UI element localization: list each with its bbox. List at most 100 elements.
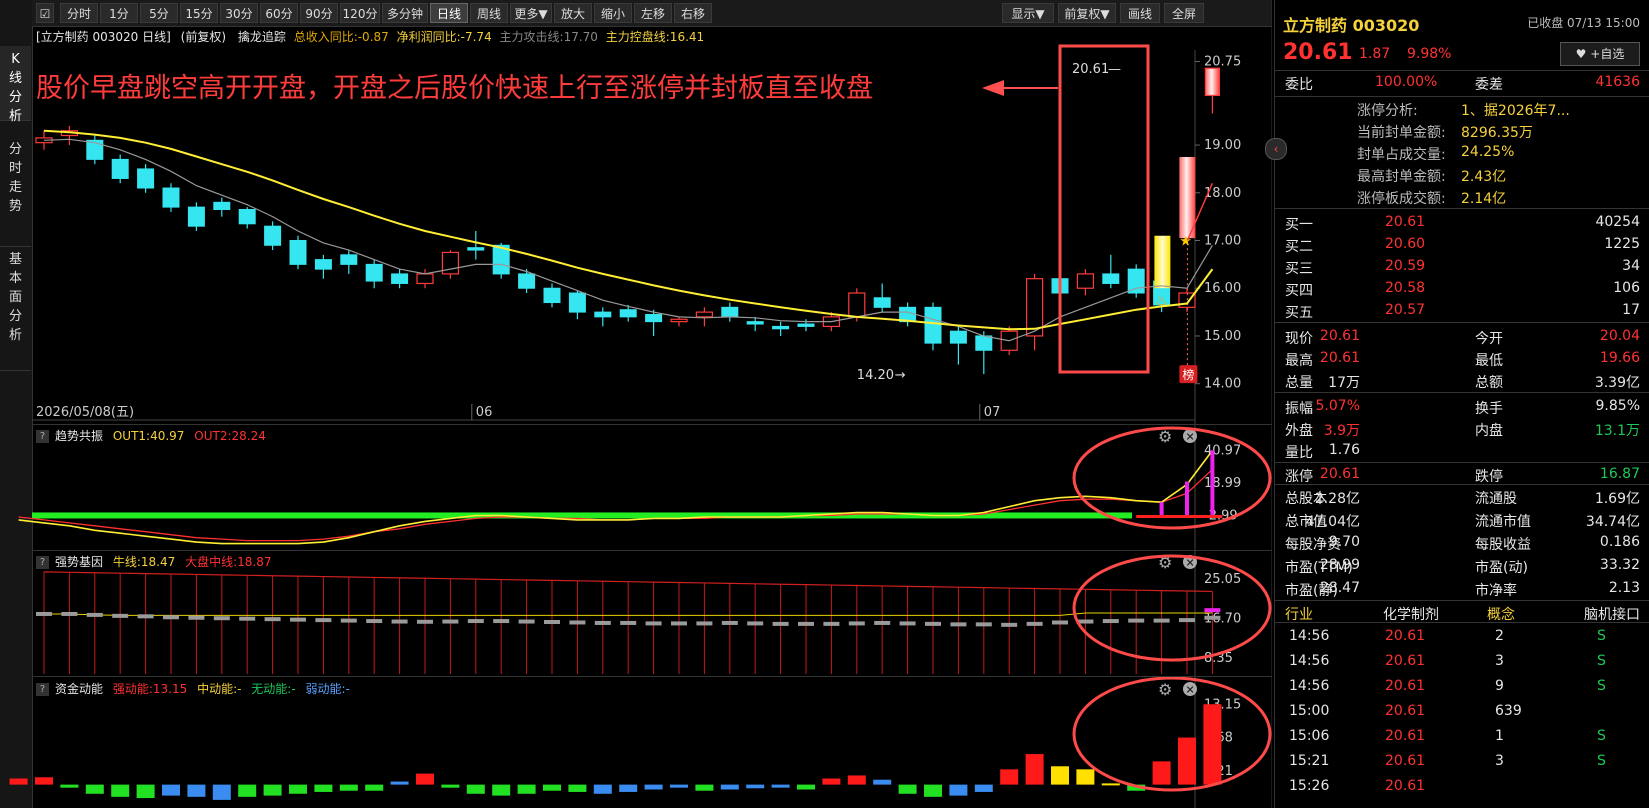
panel2-gray-mark	[823, 621, 840, 626]
stat-label: 内盘	[1475, 423, 1503, 439]
candle[interactable]	[187, 202, 205, 231]
gear-icon[interactable]: ⚙	[1158, 427, 1172, 446]
help-icon[interactable]: ?	[36, 683, 49, 696]
panel2-tick: 25.05	[1204, 572, 1241, 587]
candle[interactable]	[899, 302, 917, 327]
last-price: 20.61	[1283, 40, 1353, 65]
panel2-gray-mark	[1052, 620, 1068, 625]
candle[interactable]	[772, 321, 790, 336]
panel2-name[interactable]: 强势基因	[55, 555, 103, 569]
panel3-bar	[263, 784, 282, 796]
help-icon[interactable]: ?	[36, 556, 49, 569]
candle[interactable]	[670, 316, 688, 327]
candle[interactable]	[238, 207, 256, 229]
panel3-bar	[670, 784, 688, 788]
candle-body-down	[340, 254, 358, 265]
bid-price[interactable]: 20.59	[1385, 258, 1425, 274]
candle[interactable]	[949, 326, 967, 365]
tick-time: 14:56	[1289, 653, 1330, 669]
concept-value[interactable]: 脑机接口	[1584, 604, 1640, 624]
panel3-bar	[390, 781, 409, 785]
panel1-name[interactable]: 趋势共振	[55, 429, 103, 443]
candle[interactable]	[111, 154, 129, 184]
bid-volume: 106	[1613, 280, 1640, 296]
candle[interactable]	[416, 269, 434, 289]
bid-price[interactable]: 20.61	[1385, 214, 1425, 230]
y-tick-label: 14.00	[1204, 377, 1241, 392]
panel1-out1: OUT1:40.97	[112, 429, 185, 443]
panel3-bar	[1076, 769, 1095, 785]
candle-body-up	[1204, 67, 1221, 97]
candle[interactable]	[340, 250, 358, 274]
panel2-gray-mark	[188, 615, 205, 620]
panel3-bar	[1000, 769, 1019, 785]
candle[interactable]	[467, 230, 485, 260]
candle-body-up	[1076, 273, 1095, 289]
candle[interactable]	[60, 125, 79, 146]
bid-price[interactable]: 20.58	[1385, 280, 1425, 296]
stat-value: 19.66	[1599, 350, 1640, 366]
bid-price[interactable]: 20.57	[1385, 302, 1425, 318]
tick-price: 20.61	[1385, 678, 1426, 694]
candle[interactable]	[543, 283, 561, 308]
candle[interactable]	[518, 269, 536, 294]
candle[interactable]	[314, 254, 332, 279]
candle[interactable]	[594, 307, 612, 327]
panel2-gray-mark	[137, 614, 154, 619]
panel3-mid: 中动能:-	[197, 682, 242, 696]
stat-value: 2.13	[1608, 580, 1640, 596]
candle[interactable]	[162, 183, 180, 212]
panel1-bar	[1210, 450, 1215, 516]
panel2-bull-line: 牛线:18.47	[112, 555, 176, 569]
candle[interactable]	[289, 235, 307, 270]
y-tick-label: 17.00	[1204, 234, 1241, 249]
gear-icon[interactable]: ⚙	[1158, 680, 1172, 699]
candle-body-down	[289, 240, 307, 265]
candle-body-down	[924, 306, 942, 344]
candle[interactable]	[137, 164, 155, 193]
annotation-arrow-icon	[982, 80, 1004, 96]
limit-row-label: 封单占成交量:	[1357, 147, 1446, 163]
candle[interactable]	[1102, 254, 1120, 289]
rank-badge-label: 榜	[1182, 367, 1194, 382]
panel2-gray-mark	[975, 622, 992, 627]
candle[interactable]	[721, 302, 739, 322]
bid-level-label: 买四	[1285, 283, 1313, 299]
panel1-header: ? 趋势共振 OUT1:40.97 OUT2:28.24	[32, 426, 266, 446]
stat-label: 总额	[1475, 375, 1503, 391]
industry-value[interactable]: 化学制剂	[1383, 604, 1439, 624]
heart-icon: ♥	[1575, 47, 1587, 61]
help-icon[interactable]: ?	[36, 430, 49, 443]
candle-body-down	[213, 201, 231, 210]
candle[interactable]	[1204, 67, 1221, 114]
candle[interactable]	[1127, 264, 1145, 298]
add-watchlist-button[interactable]: ♥ +自选	[1560, 42, 1640, 66]
candle[interactable]	[213, 197, 231, 217]
limit-row-value[interactable]: 1、据2026年7...	[1461, 100, 1570, 120]
collapse-arrow-icon[interactable]: ‹	[1265, 138, 1287, 160]
candle[interactable]	[365, 259, 383, 289]
stat-label: 市盈(动)	[1475, 560, 1528, 576]
tick-time: 15:00	[1289, 703, 1330, 719]
candle[interactable]	[1076, 269, 1095, 296]
stat-label: 量比	[1285, 445, 1313, 461]
candle[interactable]	[568, 290, 586, 320]
tick-side: S	[1597, 728, 1606, 744]
panel3-bar	[212, 784, 231, 800]
panel3-bar	[873, 779, 892, 785]
candle[interactable]	[86, 135, 104, 165]
bid-price[interactable]: 20.60	[1385, 236, 1425, 252]
candle[interactable]	[873, 283, 891, 313]
panel3-name[interactable]: 资金动能	[55, 682, 103, 696]
candle[interactable]	[924, 302, 942, 351]
panel3-bar	[847, 775, 866, 785]
tick-volume: 3	[1495, 753, 1504, 769]
stat-value: 13.1万	[1594, 423, 1640, 439]
candle[interactable]	[1025, 273, 1044, 351]
candle[interactable]	[264, 221, 282, 251]
candle-body-up	[695, 311, 714, 318]
candle[interactable]	[441, 250, 459, 279]
candle[interactable]	[391, 269, 409, 289]
stat-label: 市净率	[1475, 583, 1517, 599]
candle[interactable]	[695, 307, 714, 327]
